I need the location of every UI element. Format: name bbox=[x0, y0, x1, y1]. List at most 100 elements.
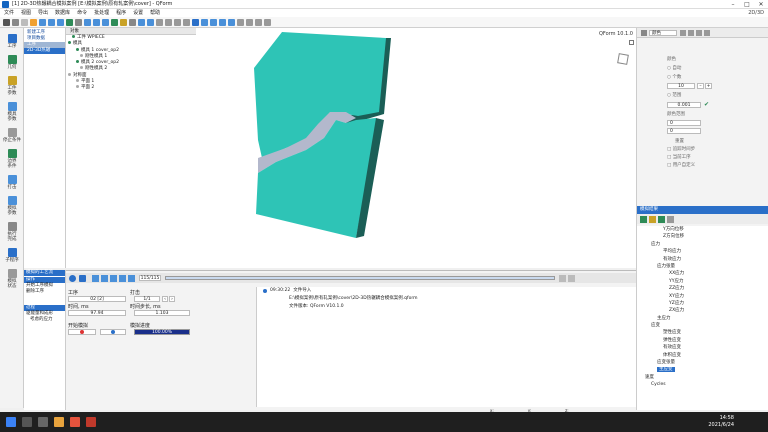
result-node[interactable]: Z方向位移 bbox=[637, 233, 768, 240]
results-graph-icon[interactable] bbox=[658, 215, 665, 223]
sync-icon[interactable] bbox=[696, 29, 702, 36]
result-node[interactable]: ZX应力 bbox=[637, 307, 768, 314]
rail-item-9[interactable]: 子程序 bbox=[0, 248, 24, 263]
close-button[interactable]: ✕ bbox=[754, 0, 768, 9]
view-reset-icon[interactable] bbox=[629, 40, 634, 45]
start-icon[interactable] bbox=[6, 417, 16, 427]
result-node[interactable]: 应力张量 bbox=[637, 263, 768, 270]
toolbar-button-9-icon[interactable] bbox=[84, 18, 91, 26]
scale-icon[interactable] bbox=[688, 29, 694, 36]
result-node[interactable]: 有效应变 bbox=[637, 344, 768, 351]
rail-item-8[interactable]: 执行 完成 bbox=[0, 222, 24, 242]
menu-item-2[interactable]: 导出 bbox=[38, 9, 48, 17]
toolbar-button-0-icon[interactable] bbox=[3, 18, 10, 26]
rail-item-2[interactable]: 工件 参数 bbox=[0, 76, 24, 96]
task-view-icon[interactable] bbox=[38, 417, 48, 427]
delete-process-button[interactable]: 删除工序 bbox=[24, 289, 65, 295]
result-node[interactable]: 速度 bbox=[637, 374, 768, 381]
toolbar-button-24-icon[interactable] bbox=[219, 18, 226, 26]
result-node[interactable]: YY应力 bbox=[637, 278, 768, 285]
toolbar-button-29-icon[interactable] bbox=[264, 18, 271, 26]
menu-item-5[interactable]: 批处理 bbox=[94, 9, 109, 17]
filter-icon[interactable] bbox=[641, 29, 647, 36]
result-node[interactable]: 弹性应变 bbox=[637, 337, 768, 344]
toolbar-button-18-icon[interactable] bbox=[165, 18, 172, 26]
record-icon[interactable] bbox=[69, 274, 76, 282]
rail-item-4[interactable]: 停止条件 bbox=[0, 128, 24, 143]
toolbar-button-27-icon[interactable] bbox=[246, 18, 253, 26]
toolbar-button-7-icon[interactable] bbox=[66, 18, 73, 26]
result-node[interactable]: YZ应力 bbox=[637, 300, 768, 307]
color-auto-radio[interactable]: ○ 自动 bbox=[667, 65, 768, 71]
toolbar-button-19-icon[interactable] bbox=[174, 18, 181, 26]
blow-prev-button[interactable]: ‹ bbox=[162, 296, 168, 302]
operation-field[interactable]: 02 [2] bbox=[68, 296, 126, 302]
toolbar-button-20-icon[interactable] bbox=[183, 18, 190, 26]
start-sim-button[interactable] bbox=[68, 329, 96, 335]
toolbar-button-5-icon[interactable] bbox=[48, 18, 55, 26]
explorer-icon[interactable] bbox=[54, 417, 64, 427]
result-node[interactable]: Cycles bbox=[637, 381, 768, 388]
current-op-checkbox[interactable]: □ 当前工序 bbox=[667, 154, 768, 160]
timeline-slider[interactable] bbox=[165, 276, 555, 280]
tree-node[interactable]: 平面 2 bbox=[66, 85, 196, 91]
rail-item-1[interactable]: 几何 bbox=[0, 55, 24, 70]
color-fixed-radio[interactable]: ○ 个数 bbox=[667, 74, 768, 80]
frame-counter[interactable]: 115/115 bbox=[139, 275, 161, 281]
play-icon[interactable] bbox=[79, 274, 86, 282]
gear-icon[interactable] bbox=[704, 29, 710, 36]
stop-sim-button[interactable] bbox=[100, 329, 126, 335]
scale-max-field[interactable]: 0 bbox=[667, 128, 701, 134]
menu-item-4[interactable]: 命令 bbox=[77, 9, 87, 17]
prev-frame-icon[interactable] bbox=[101, 274, 108, 282]
legend-icon[interactable] bbox=[680, 29, 686, 36]
menu-item-6[interactable]: 程序 bbox=[116, 9, 126, 17]
toolbar-button-22-icon[interactable] bbox=[201, 18, 208, 26]
minimize-button[interactable]: – bbox=[726, 0, 740, 9]
results-field-icon[interactable] bbox=[640, 215, 647, 223]
qform-icon[interactable] bbox=[86, 417, 96, 427]
3d-viewport[interactable]: QForm 10.1.0 bbox=[196, 28, 636, 268]
toolbar-button-12-icon[interactable] bbox=[111, 18, 118, 26]
toolbar-button-26-icon[interactable] bbox=[237, 18, 244, 26]
color-range-field[interactable]: 0.001 bbox=[667, 101, 701, 108]
menu-item-7[interactable]: 设置 bbox=[133, 9, 143, 17]
toolbar-button-3-icon[interactable] bbox=[30, 18, 37, 26]
toolbar-button-10-icon[interactable] bbox=[93, 18, 100, 26]
results-share-icon[interactable] bbox=[667, 215, 674, 223]
decrement-button[interactable]: – bbox=[697, 83, 704, 89]
toolbar-button-15-icon[interactable] bbox=[138, 18, 145, 26]
rail-item-7[interactable]: 模拟 参数 bbox=[0, 196, 24, 216]
result-node[interactable]: 主应变 bbox=[637, 366, 768, 373]
result-node[interactable]: Y方向位移 bbox=[637, 226, 768, 233]
toolbar-button-14-icon[interactable] bbox=[129, 18, 136, 26]
color-count-field[interactable]: 10 bbox=[667, 83, 695, 89]
result-node[interactable]: 平均应力 bbox=[637, 248, 768, 255]
check-icon[interactable]: ✔ bbox=[704, 101, 709, 108]
toolbar-button-1-icon[interactable] bbox=[12, 18, 19, 26]
toolbar-button-6-icon[interactable] bbox=[57, 18, 64, 26]
maximize-button[interactable]: □ bbox=[740, 0, 754, 9]
toolbar-button-8-icon[interactable] bbox=[75, 18, 82, 26]
toolbar-button-25-icon[interactable] bbox=[228, 18, 235, 26]
rail-item-5[interactable]: 边界 条件 bbox=[0, 149, 24, 169]
menu-item-8[interactable]: 帮助 bbox=[150, 9, 160, 17]
next-frame-icon[interactable] bbox=[110, 274, 117, 282]
rail-item-0[interactable]: 工序 bbox=[0, 34, 24, 49]
result-node[interactable]: 应变 bbox=[637, 322, 768, 329]
settings-icon[interactable] bbox=[559, 274, 566, 282]
color-range-radio[interactable]: ○ 范围 bbox=[667, 92, 768, 98]
step-icon[interactable] bbox=[128, 274, 135, 282]
toolbar-button-23-icon[interactable] bbox=[210, 18, 217, 26]
result-node[interactable]: 有效应力 bbox=[637, 256, 768, 263]
browser-icon[interactable] bbox=[70, 417, 80, 427]
result-node[interactable]: 体积应变 bbox=[637, 352, 768, 359]
rail-item-6[interactable]: 打击 bbox=[0, 175, 24, 190]
user-defined-checkbox[interactable]: □ 用户自定义 bbox=[667, 162, 768, 168]
rail-item-10[interactable]: 模拟 状态 bbox=[0, 269, 24, 289]
menu-item-1[interactable]: 视图 bbox=[21, 9, 31, 17]
last-frame-icon[interactable] bbox=[119, 274, 126, 282]
track-step-checkbox[interactable]: □ 追踪时间步 bbox=[667, 146, 768, 152]
result-node[interactable]: 塑性应变 bbox=[637, 329, 768, 336]
toolbar-button-16-icon[interactable] bbox=[147, 18, 154, 26]
